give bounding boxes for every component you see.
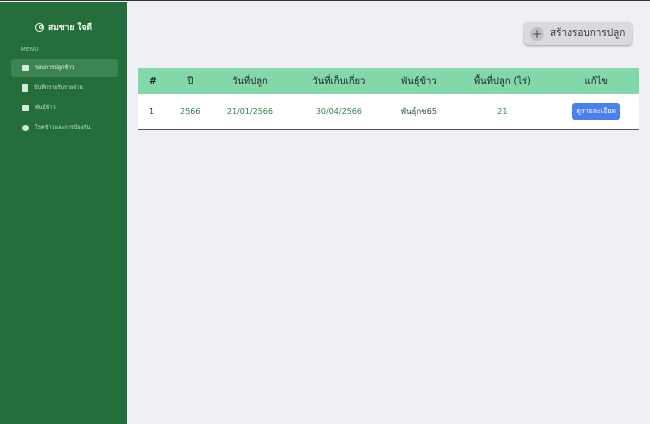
sidebar-nav: รอบการปลูกข้าว บันทึกรายรับรายจ่าย พันธุ…	[11, 59, 118, 139]
view-details-button[interactable]: ดูรายละเอียด	[572, 103, 621, 120]
column-header-variety: พันธุ์ข้าว	[401, 75, 437, 87]
cell-plant-date: 21/01/2566	[226, 107, 273, 116]
column-header-area: พื้นที่ปลูก (ไร่)	[473, 75, 531, 87]
chat-icon	[22, 125, 29, 131]
user-profile[interactable]: สมชาย ใจดี	[0, 20, 127, 34]
cell-year: 2566	[180, 107, 201, 116]
clipboard-icon	[22, 84, 28, 92]
cell-number: 1	[149, 107, 155, 116]
sidebar-item-planting-rounds[interactable]: รอบการปลูกข้าว	[11, 59, 118, 77]
planting-rounds-table: # ปี วันที่ปลูก วันที่เก็บเกี่ยว พันธุ์ข…	[138, 68, 639, 130]
menu-label: MENU	[21, 47, 39, 53]
plus-icon: +	[530, 26, 544, 41]
sidebar-item-label: โรคข้าวและการป้องกัน	[35, 125, 91, 131]
create-round-label: สร้างรอบการปลูก	[550, 28, 626, 39]
cell-area: 21	[497, 107, 508, 116]
cell-variety: พันธุ์กข65	[400, 107, 437, 116]
column-header-plant-date: วันที่ปลูก	[232, 75, 268, 87]
sidebar-item-income-expense[interactable]: บันทึกรายรับรายจ่าย	[11, 79, 118, 97]
list-icon	[22, 105, 29, 111]
sidebar: สมชาย ใจดี MENU รอบการปลูกข้าว บันทึกราย…	[0, 2, 127, 424]
column-header-year: ปี	[187, 75, 194, 87]
user-name: สมชาย ใจดี	[48, 23, 92, 33]
column-header-harvest-date: วันที่เก็บเกี่ยว	[312, 75, 366, 87]
table-header-row: # ปี วันที่ปลูก วันที่เก็บเกี่ยว พันธุ์ข…	[138, 68, 639, 94]
cell-action: ดูรายละเอียด	[553, 94, 639, 129]
sidebar-item-label: บันทึกรายรับรายจ่าย	[34, 85, 83, 91]
sidebar-item-diseases[interactable]: โรคข้าวและการป้องกัน	[11, 119, 118, 137]
sidebar-item-rice-varieties[interactable]: พันธุ์ข้าว	[11, 99, 118, 117]
cell-harvest-date: 30/04/2566	[315, 107, 362, 116]
calendar-icon	[22, 65, 29, 71]
sidebar-item-label: พันธุ์ข้าว	[35, 105, 56, 111]
sidebar-item-label: รอบการปลูกข้าว	[35, 65, 75, 71]
table-row: 1 2566 21/01/2566 30/04/2566 พันธุ์กข65 …	[138, 94, 639, 129]
create-round-button[interactable]: + สร้างรอบการปลูก	[524, 22, 632, 45]
user-icon	[35, 22, 45, 32]
column-header-edit: แก้ไข	[584, 75, 608, 87]
column-header-number: #	[149, 75, 157, 87]
